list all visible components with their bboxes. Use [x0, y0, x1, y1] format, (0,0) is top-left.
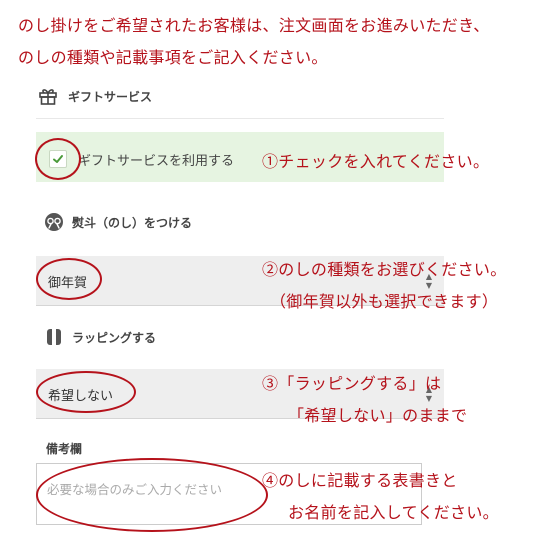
annotation-note-4-line-1: ④のしに記載する表書きと	[262, 471, 458, 490]
noshi-selected-value: 御年賀	[48, 276, 88, 291]
annotation-note-2-line-2: （御年賀以外も選択できます）	[270, 292, 499, 311]
checkmark-icon	[52, 153, 64, 165]
noshi-section-title: 熨斗（のし）をつける	[72, 215, 193, 230]
gift-icon	[38, 86, 58, 106]
gift-service-label[interactable]: ギフトサービスを利用する	[78, 150, 234, 169]
gift-section-title: ギフトサービス	[68, 89, 153, 104]
noshi-section-header: 熨斗（のし）をつける	[44, 212, 192, 232]
intro-line-1: のし掛けをご希望されたお客様は、注文画面をお進みいただき、	[18, 16, 490, 35]
wrap-section-header: ラッピングする	[44, 327, 156, 347]
annotation-note-1: ①チェックを入れてください。	[262, 152, 490, 171]
remarks-placeholder: 必要な場合のみご入力ください	[47, 482, 223, 497]
gift-section-header: ギフトサービス	[38, 86, 152, 106]
divider	[36, 118, 444, 119]
remarks-section-title: 備考欄	[46, 442, 83, 456]
gift-service-checkbox[interactable]	[49, 150, 67, 168]
remarks-section-header: 備考欄	[46, 440, 82, 457]
wrapping-icon	[44, 327, 64, 347]
annotation-note-4-line-2: お名前を記入してください。	[288, 503, 499, 522]
wrapping-selected-value: 希望しない	[48, 389, 114, 404]
wrap-section-title: ラッピングする	[72, 330, 157, 345]
intro-line-2: のしの種類や記載事項をご記入ください。	[18, 48, 328, 67]
annotation-note-3-line-1: ③「ラッピングする」は	[262, 374, 442, 393]
annotation-note-3-line-2: 「希望しない」のままで	[288, 406, 468, 425]
noshi-icon	[44, 212, 64, 232]
annotation-note-2-line-1: ②のしの種類をお選びください。	[262, 260, 507, 279]
